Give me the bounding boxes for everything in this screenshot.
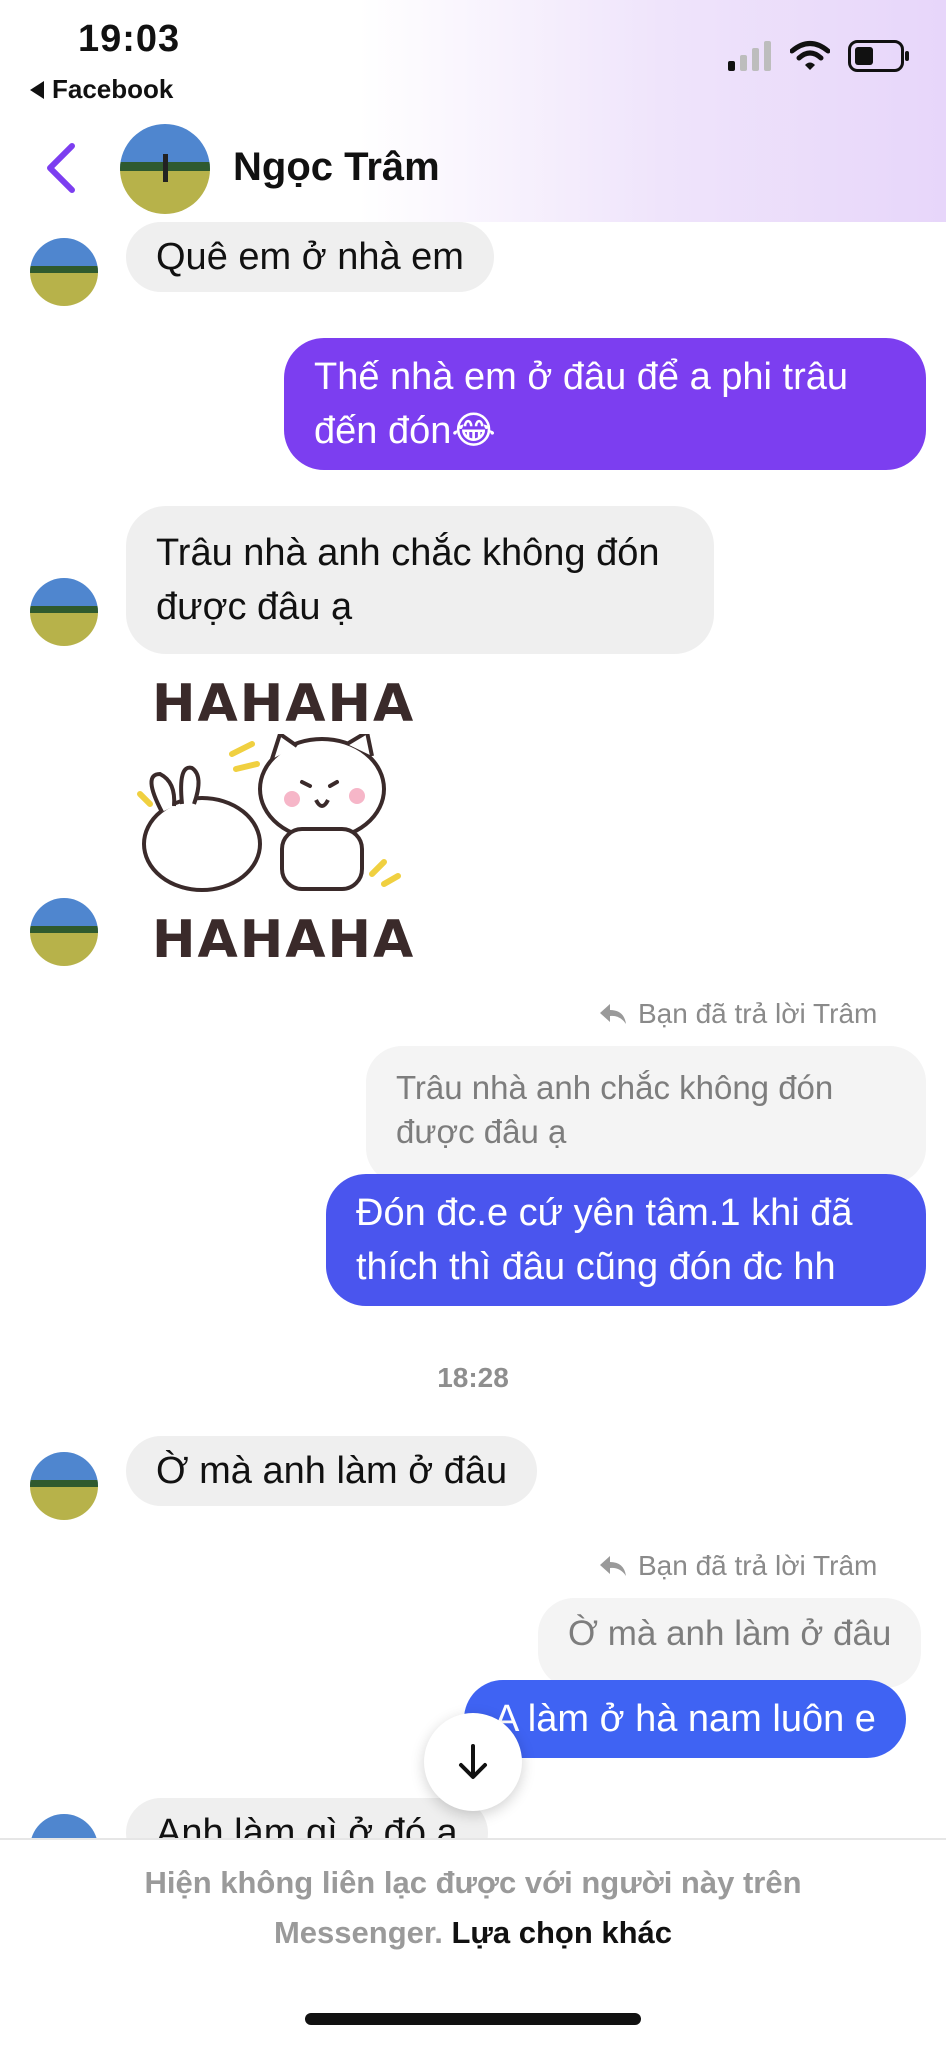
notice-suffix: Messenger. [273,1915,443,1950]
sender-avatar [30,238,98,306]
notice-line-2: Messenger. Lựa chọn khác [0,1908,946,1958]
back-to-app-link[interactable]: Facebook [30,74,173,105]
timestamp: 18:28 [437,1362,509,1393]
quoted-message[interactable]: Trâu nhà anh chắc không đón được đâu ạ [366,1046,926,1184]
reply-label-text: Bạn đã trả lời Trâm [638,1550,878,1581]
sender-avatar [30,1452,98,1520]
sticker-text-top: HAHAHA [152,674,416,734]
status-icons [728,40,910,72]
outgoing-message: A làm ở hà nam luôn e [464,1680,906,1758]
back-app-label: Facebook [52,74,174,104]
outgoing-message: Thế nhà em ở đâu để a phi trâu đến đón😂 [284,338,926,470]
reply-label: Bạn đã trả lời Trâm [598,1550,877,1582]
contact-avatar[interactable] [120,124,210,214]
incoming-message: Trâu nhà anh chắc không đón được đâu ạ [126,506,714,654]
sender-avatar [30,578,98,646]
wifi-icon [790,41,830,70]
status-time: 19:03 [78,18,181,60]
back-chevron-icon[interactable] [40,140,80,196]
unavailable-notice: Hiện không liên lạc được với người này t… [0,1858,946,1958]
sticker-text-bottom: HAHAHA [152,910,416,970]
battery-icon [848,40,909,72]
reply-label: Bạn đã trả lời Trâm [598,998,877,1030]
home-indicator[interactable] [305,2013,641,2025]
scroll-to-bottom-button[interactable] [424,1713,522,1811]
notice-line-1: Hiện không liên lạc được với người này t… [144,1865,802,1900]
sender-avatar [30,898,98,966]
reply-arrow-icon [600,1556,626,1576]
sticker-image[interactable]: HAHAHA HAHAHA [132,674,416,970]
back-triangle-icon [30,80,44,99]
arrow-down-icon [459,1744,487,1779]
incoming-message: Ờ mà anh làm ở đâu [126,1436,538,1506]
other-options-link[interactable]: Lựa chọn khác [451,1915,672,1950]
outgoing-message: Đón đc.e cứ yên tâm.1 khi đã thích thì đ… [326,1174,926,1306]
incoming-message: Quê em ở nhà em [126,222,494,292]
quoted-message[interactable]: Ờ mà anh làm ở đâu [538,1598,922,1688]
reply-arrow-icon [600,1004,626,1024]
contact-name[interactable]: Ngọc Trâm [233,145,440,190]
signal-icon [728,41,771,71]
reply-label-text: Bạn đã trả lời Trâm [638,998,878,1029]
